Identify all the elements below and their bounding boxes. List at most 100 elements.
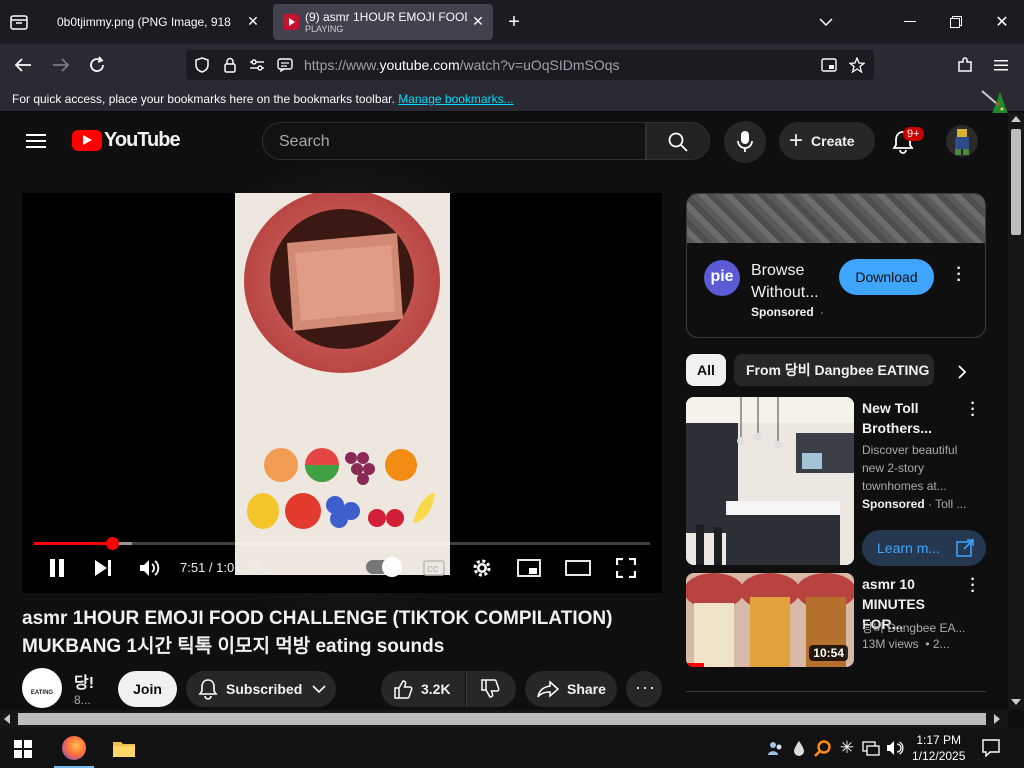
restore-icon[interactable] <box>946 12 966 32</box>
captions-icon[interactable]: CC <box>422 557 446 579</box>
tab-overview-icon[interactable] <box>8 12 30 32</box>
tab-close-icon[interactable]: ✕ <box>471 14 485 28</box>
video-player[interactable]: 7:51 / 1:01:24 CC <box>22 193 662 593</box>
chip-from-channel[interactable]: From 당비 Dangbee EATING <box>734 354 934 386</box>
url-text[interactable]: https://www.youtube.com/watch?v=uOqSIDmS… <box>304 57 620 73</box>
tray-search-icon[interactable] <box>814 739 832 757</box>
learn-more-button[interactable]: Learn m... <box>862 530 986 566</box>
download-button[interactable]: Download <box>839 259 934 295</box>
menu-icon[interactable] <box>990 54 1012 76</box>
join-button[interactable]: Join <box>118 671 177 707</box>
video-title: asmr 1HOUR EMOJI FOOD CHALLENGE (TIKTOK … <box>22 608 613 657</box>
shield-icon[interactable] <box>194 57 210 73</box>
tray-network-icon[interactable] <box>862 740 880 756</box>
tray-volume-icon[interactable] <box>886 740 904 756</box>
divider <box>686 691 986 692</box>
chip-from-channel-label: From 당비 Dangbee EATING <box>746 362 930 378</box>
rec-more-icon[interactable]: · · · <box>966 396 980 424</box>
notification-badge: 9+ <box>903 127 924 141</box>
theater-mode-icon[interactable] <box>564 557 592 579</box>
settings-gear-icon[interactable] <box>470 556 494 580</box>
volume-icon[interactable] <box>138 557 162 579</box>
reader-view-icon[interactable] <box>276 57 294 73</box>
system-clock[interactable]: 1:17 PM 1/12/2025 <box>912 732 965 764</box>
rec-channel[interactable]: 당비 Dangbee EA... <box>862 619 965 636</box>
url-domain: youtube.com <box>379 57 460 73</box>
tray-people-icon[interactable] <box>766 740 784 756</box>
extensions-icon[interactable] <box>954 54 976 76</box>
fullscreen-icon[interactable] <box>614 557 638 579</box>
url-path: /watch?v=uOqSIDmSOqs <box>459 57 620 73</box>
list-tabs-icon[interactable] <box>816 12 836 32</box>
channel-name[interactable]: 당! <box>74 669 94 693</box>
tab-png-image[interactable]: 0b0tjimmy.png (PNG Image, 918 × ✕ <box>44 4 268 40</box>
create-button[interactable]: + Create <box>779 122 875 160</box>
back-icon[interactable] <box>12 54 34 76</box>
close-window-icon[interactable]: ✕ <box>992 12 1012 32</box>
scroll-down-icon[interactable] <box>1011 699 1021 705</box>
more-actions-button[interactable]: ··· <box>626 671 662 707</box>
progress-bar[interactable] <box>34 537 650 550</box>
autoplay-toggle[interactable] <box>366 557 402 577</box>
miniplayer-icon[interactable] <box>516 557 542 579</box>
search-icon <box>668 132 688 152</box>
bookmarks-bar: For quick access, place your bookmarks h… <box>0 86 1024 114</box>
notification-center-icon[interactable] <box>982 739 1000 758</box>
bookmarks-hint: For quick access, place your bookmarks h… <box>12 92 514 106</box>
url-bar[interactable]: https://www.youtube.com/watch?v=uOqSIDmS… <box>186 50 874 80</box>
firefox-icon[interactable] <box>62 736 86 760</box>
permissions-icon[interactable] <box>248 57 266 73</box>
scroll-up-icon[interactable] <box>1011 116 1021 122</box>
ad-card[interactable]: pie Browse Without... Sponsored · Downlo… <box>686 193 986 338</box>
forward-icon[interactable] <box>50 54 72 76</box>
chevron-right-icon[interactable] <box>950 360 974 384</box>
scroll-left-icon[interactable] <box>4 714 10 724</box>
new-tab-icon[interactable]: + <box>504 11 524 33</box>
search-button[interactable] <box>646 122 710 160</box>
tab-youtube[interactable]: (9) asmr 1HOUR EMOJI FOOD C PLAYING ✕ <box>273 4 493 40</box>
channel-avatar[interactable]: EATING <box>22 668 62 708</box>
subscribed-button[interactable]: Subscribed <box>186 671 336 707</box>
horizontal-scrollbar[interactable] <box>0 710 1008 728</box>
tray-water-drop-icon[interactable] <box>792 740 806 756</box>
bookmarks-hint-text: For quick access, place your bookmarks h… <box>12 92 395 106</box>
manage-bookmarks-link[interactable]: Manage bookmarks... <box>398 92 513 106</box>
voice-search-button[interactable] <box>724 121 766 163</box>
rec-more-icon[interactable]: · · · <box>966 572 980 600</box>
ad-more-icon[interactable]: · · · <box>951 261 967 289</box>
notifications-button[interactable]: 9+ <box>890 127 924 157</box>
bookmark-star-icon[interactable] <box>848 56 866 74</box>
horizontal-scroll-thumb[interactable] <box>18 713 986 725</box>
pip-icon[interactable] <box>820 57 838 73</box>
clock-date: 1/12/2025 <box>912 749 966 763</box>
scrubber-handle[interactable] <box>106 537 120 550</box>
next-icon[interactable] <box>92 557 114 579</box>
scroll-right-icon[interactable] <box>994 714 1000 724</box>
video-frame[interactable] <box>235 193 450 575</box>
url-prefix: https://www. <box>304 57 380 73</box>
file-explorer-icon[interactable] <box>112 738 136 758</box>
pause-icon[interactable] <box>46 557 68 579</box>
account-avatar[interactable] <box>946 125 978 157</box>
like-button[interactable]: 3.2K <box>381 671 465 707</box>
tray-snowflake-icon[interactable]: ✳ <box>838 739 856 757</box>
share-button[interactable]: Share <box>525 671 617 707</box>
rec-title[interactable]: New Toll Brothers... <box>862 398 960 438</box>
thumbs-down-icon <box>481 679 500 698</box>
chip-all[interactable]: All <box>686 354 726 386</box>
vertical-scroll-thumb[interactable] <box>1011 129 1021 235</box>
time-display: 7:51 / 1:01:24 <box>180 560 260 575</box>
minimize-icon[interactable] <box>900 12 920 32</box>
reload-icon[interactable] <box>86 54 108 76</box>
windows-start-icon[interactable] <box>14 740 32 758</box>
rec-thumbnail[interactable] <box>686 397 854 565</box>
rec-thumbnail[interactable]: 10:54 <box>686 573 854 667</box>
dislike-button[interactable] <box>466 671 516 707</box>
youtube-logo[interactable]: YouTube <box>72 129 181 152</box>
tab-title: 0b0tjimmy.png (PNG Image, 918 × <box>57 15 233 29</box>
lock-icon[interactable] <box>222 56 238 74</box>
vertical-scrollbar[interactable] <box>1008 113 1024 710</box>
guide-menu-icon[interactable] <box>24 131 48 151</box>
svg-text:CC: CC <box>427 565 439 574</box>
tab-close-icon[interactable]: ✕ <box>246 14 260 28</box>
